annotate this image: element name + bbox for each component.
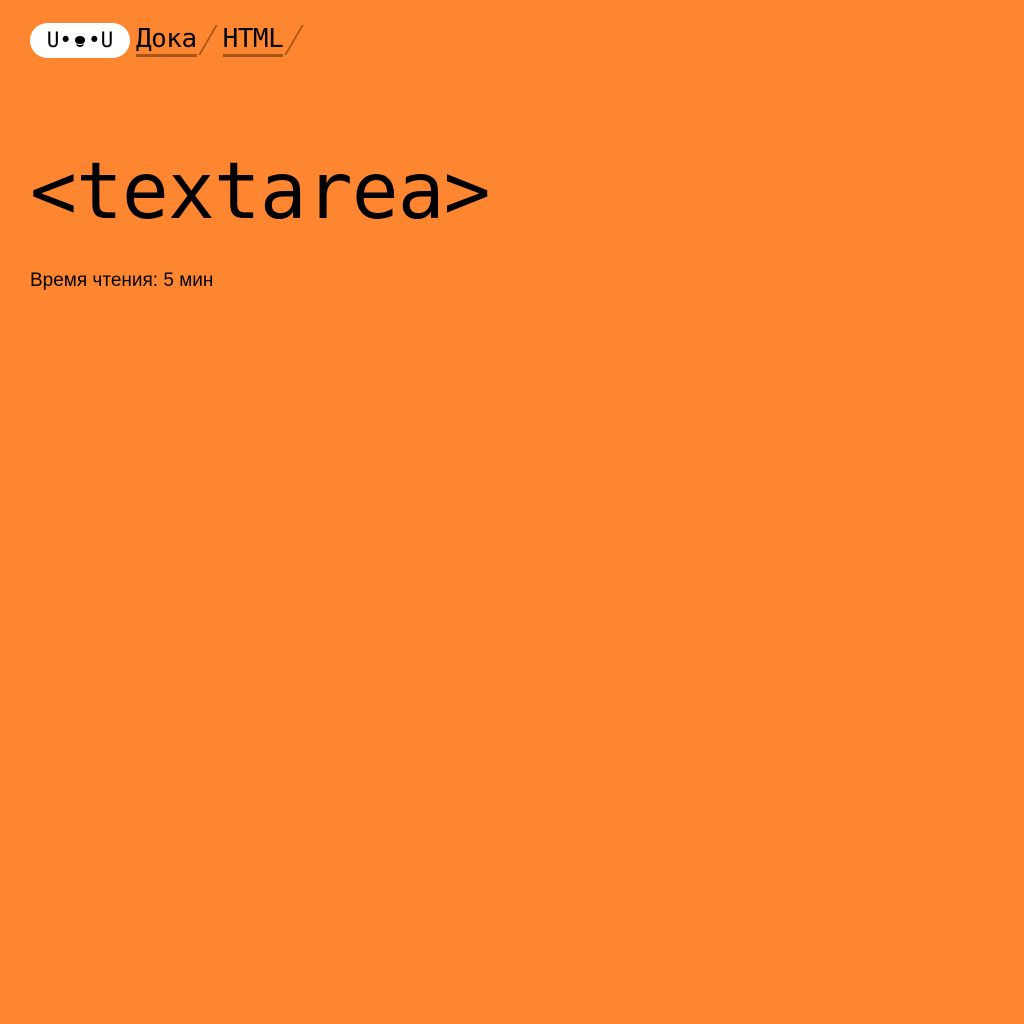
doka-logo-icon[interactable]: U• •U: [30, 23, 130, 58]
breadcrumb-separator-icon: [197, 25, 218, 55]
page-title: <textarea>: [30, 147, 491, 237]
breadcrumb-separator-icon: [284, 25, 304, 55]
logo-nose-icon: [74, 35, 86, 47]
breadcrumb: U• •U Дока HTML: [30, 23, 304, 63]
reading-time: Время чтения: 5 мин: [30, 270, 214, 291]
breadcrumb-link-doka[interactable]: Дока: [136, 23, 197, 57]
logo-right-text: •U: [88, 28, 114, 52]
logo-left-text: U•: [46, 28, 72, 52]
breadcrumb-link-html[interactable]: HTML: [222, 23, 284, 57]
